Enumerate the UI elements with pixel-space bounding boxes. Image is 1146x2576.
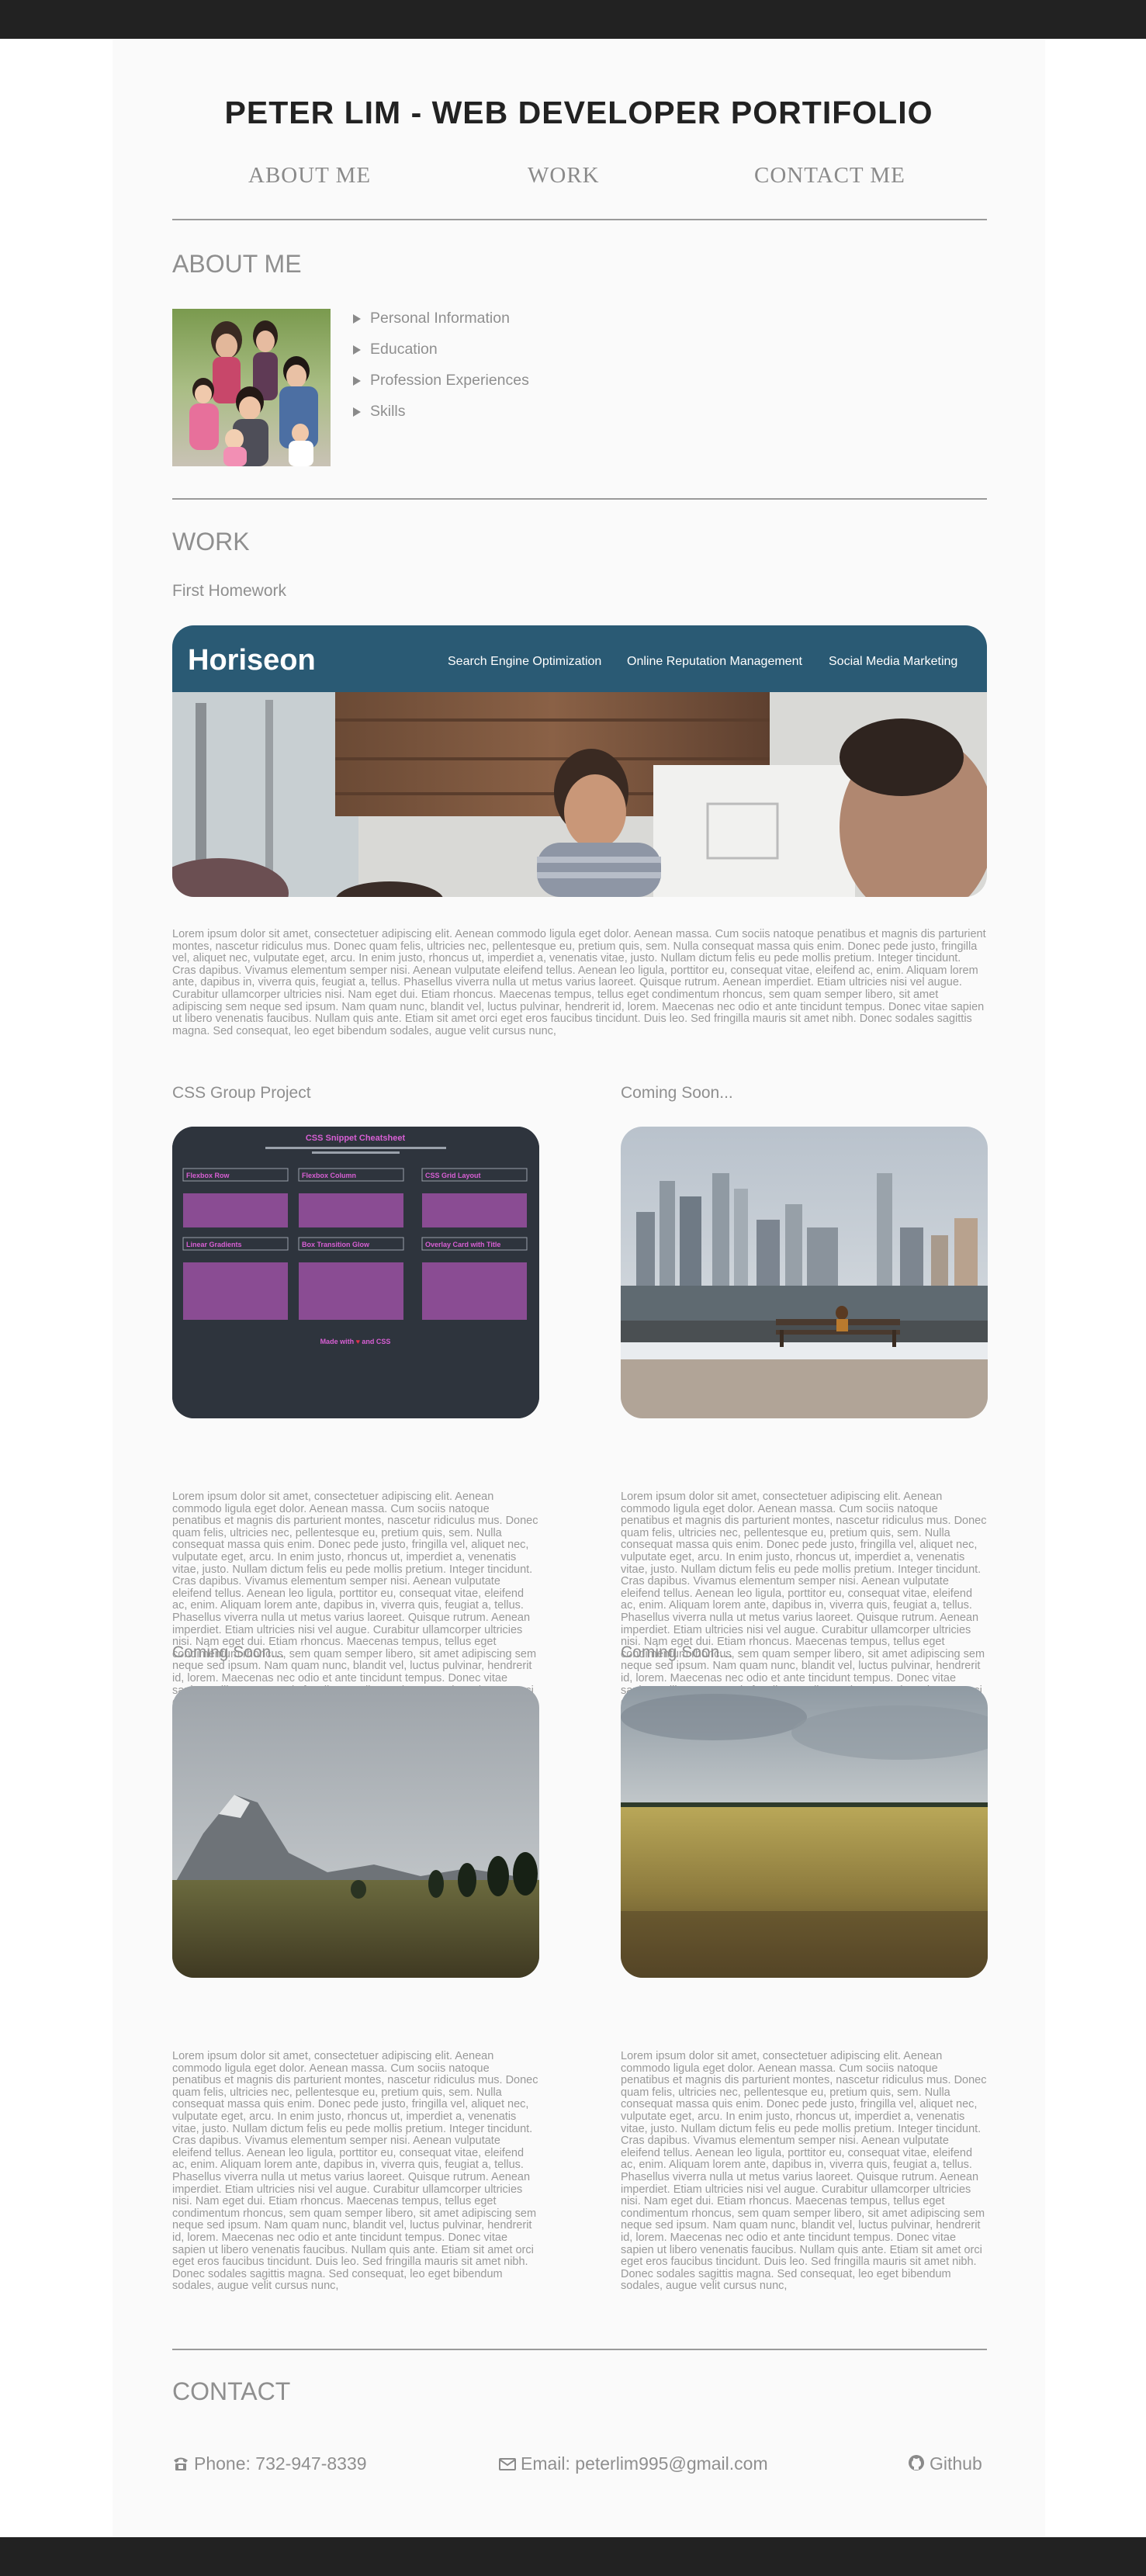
featured-project-image[interactable]: Horiseon Search Engine Optimization Onli… xyxy=(172,625,987,897)
contact-github-label: Github xyxy=(930,2453,982,2474)
divider xyxy=(172,498,987,500)
page-title: PETER LIM - WEB DEVELOPER PORTIFOLIO xyxy=(224,95,933,130)
top-bar xyxy=(0,0,1146,39)
bottom-bar xyxy=(0,2537,1146,2576)
about-item-personal-information[interactable]: Personal Information xyxy=(353,303,529,334)
svg-text:Flexbox Column: Flexbox Column xyxy=(302,1172,356,1179)
project-description: Lorem ipsum dolor sit amet, consectetuer… xyxy=(621,2050,987,2293)
project-title-coming-soon: Coming Soon... xyxy=(172,1643,285,1661)
svg-text:Made with ♥ and CSS: Made with ♥ and CSS xyxy=(320,1338,391,1345)
page-container: PETER LIM - WEB DEVELOPER PORTIFOLIO ABO… xyxy=(113,39,1045,2537)
work-heading: WORK xyxy=(172,528,250,556)
about-item-education[interactable]: Education xyxy=(353,334,529,365)
nav-contact-me[interactable]: CONTACT ME xyxy=(754,163,905,189)
horiseon-nav-item: Social Media Marketing xyxy=(829,655,957,668)
project-image-wheat-field[interactable] xyxy=(621,1686,988,1978)
triangle-right-icon xyxy=(353,407,361,417)
profile-photo xyxy=(172,309,331,466)
svg-text:Flexbox Row: Flexbox Row xyxy=(186,1172,230,1179)
contact-email-label: Email: peterlim995@gmail.com xyxy=(521,2453,768,2474)
contact-email[interactable]: Email: peterlim995@gmail.com xyxy=(499,2453,768,2474)
github-icon xyxy=(909,2455,924,2470)
project-image-mountain-valley[interactable] xyxy=(172,1686,539,1978)
about-list: Personal Information Education Professio… xyxy=(353,303,529,427)
contact-phone[interactable]: Phone: 732-947-8339 xyxy=(172,2453,367,2474)
envelope-icon xyxy=(499,2458,516,2470)
triangle-right-icon xyxy=(353,313,361,324)
project-image-css-cheatsheet[interactable]: CSS Snippet Cheatsheet Flexbox Row Flexb… xyxy=(172,1127,539,1418)
triangle-right-icon xyxy=(353,345,361,355)
divider xyxy=(172,219,987,220)
phone-icon xyxy=(174,2457,188,2470)
svg-text:CSS Grid Layout: CSS Grid Layout xyxy=(425,1172,481,1179)
project-description: Lorem ipsum dolor sit amet, consectetuer… xyxy=(172,2050,538,2293)
contact-heading: CONTACT xyxy=(172,2377,291,2405)
horiseon-logo: Horiseon xyxy=(188,644,316,677)
contact-github[interactable]: Github xyxy=(908,2453,982,2474)
about-item-profession-experiences[interactable]: Profession Experiences xyxy=(353,365,529,396)
project-title-coming-soon: Coming Soon... xyxy=(621,1084,733,1102)
contact-phone-label: Phone: 732-947-8339 xyxy=(194,2453,367,2474)
svg-text:Box Transition Glow: Box Transition Glow xyxy=(302,1241,370,1248)
svg-text:Overlay Card with Title: Overlay Card with Title xyxy=(425,1241,500,1248)
horiseon-nav-item: Online Reputation Management xyxy=(627,655,802,668)
project-image-city-skyline[interactable] xyxy=(621,1127,988,1418)
horiseon-nav-item: Search Engine Optimization xyxy=(448,655,601,668)
svg-text:CSS Snippet Cheatsheet: CSS Snippet Cheatsheet xyxy=(306,1134,406,1143)
nav-work[interactable]: WORK xyxy=(528,163,600,189)
about-heading: ABOUT ME xyxy=(172,250,302,278)
featured-project-title: First Homework xyxy=(172,582,287,600)
project-title-css-group: CSS Group Project xyxy=(172,1084,311,1102)
triangle-right-icon xyxy=(353,376,361,386)
about-item-skills[interactable]: Skills xyxy=(353,396,529,427)
project-title-coming-soon: Coming Soon... xyxy=(621,1643,733,1661)
nav-about-me[interactable]: ABOUT ME xyxy=(248,163,371,189)
svg-text:Linear Gradients: Linear Gradients xyxy=(186,1241,242,1248)
divider xyxy=(172,2349,987,2350)
featured-project-description: Lorem ipsum dolor sit amet, consectetuer… xyxy=(172,928,986,1037)
